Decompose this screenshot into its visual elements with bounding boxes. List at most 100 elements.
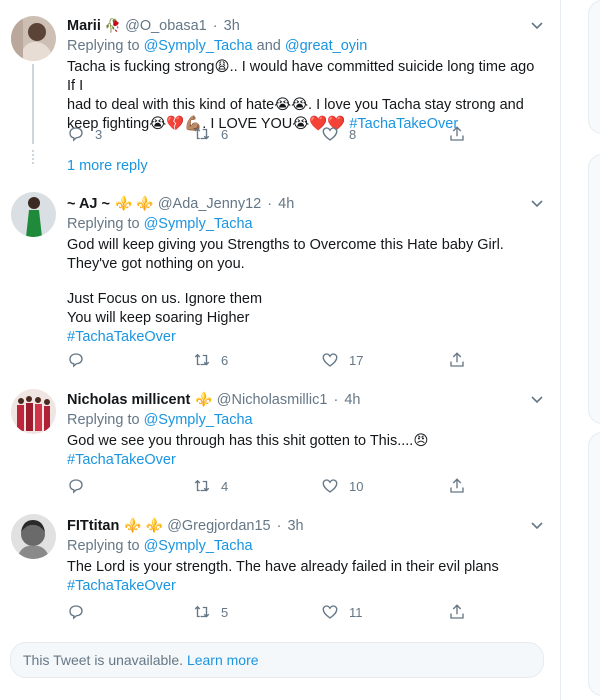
retweet-icon bbox=[194, 479, 210, 492]
replying-to-label: Replying to bbox=[67, 412, 140, 428]
conversation-timeline: Marii 🥀 @O_obasa1 · 3h Replying to @Symp… bbox=[0, 0, 561, 700]
heart-icon bbox=[322, 353, 338, 367]
learn-more-link[interactable]: Learn more bbox=[187, 652, 259, 668]
user-handle[interactable]: @O_obasa1 bbox=[125, 18, 207, 34]
display-name[interactable]: FITtitan bbox=[67, 518, 119, 534]
hashtag-link[interactable]: #TachaTakeOver bbox=[67, 328, 546, 347]
like-button[interactable]: 10 bbox=[321, 476, 363, 496]
separator-dot: · bbox=[212, 18, 218, 34]
share-button[interactable] bbox=[448, 476, 466, 496]
tweet-actions: 3 6 8 bbox=[67, 124, 487, 144]
retweet-count: 6 bbox=[221, 352, 229, 368]
share-button[interactable] bbox=[448, 350, 466, 370]
retweet-icon bbox=[194, 353, 210, 366]
tweet[interactable]: ~ AJ ~ ⚜️ ⚜️ @Ada_Jenny12 · 4h Replying … bbox=[0, 184, 560, 381]
reply-button[interactable] bbox=[67, 602, 85, 622]
hashtag-link[interactable]: #TachaTakeOver bbox=[67, 577, 546, 596]
mention-link[interactable]: @Symply_Tacha bbox=[144, 412, 253, 428]
avatar[interactable] bbox=[11, 192, 56, 237]
like-count: 17 bbox=[349, 352, 364, 368]
tweet[interactable]: Nicholas millicent ⚜️ @Nicholasmillic1 ·… bbox=[0, 380, 560, 505]
tweet-time[interactable]: 3h bbox=[287, 518, 303, 534]
share-icon bbox=[450, 126, 464, 141]
mention-link[interactable]: @Symply_Tacha bbox=[144, 538, 253, 554]
fleur-de-lis-badge: ⚜️ ⚜️ bbox=[115, 195, 154, 211]
sidebar-card bbox=[588, 432, 600, 696]
avatar[interactable] bbox=[11, 514, 56, 559]
heart-icon bbox=[322, 127, 338, 141]
like-button[interactable]: 8 bbox=[321, 124, 356, 144]
separator-dot: · bbox=[276, 518, 282, 534]
tweet-time[interactable]: 4h bbox=[278, 196, 294, 212]
tweet-time[interactable]: 3h bbox=[224, 18, 240, 34]
tweet-time[interactable]: 4h bbox=[344, 392, 360, 408]
user-handle[interactable]: @Gregjordan15 bbox=[167, 518, 270, 534]
chevron-down-icon[interactable] bbox=[530, 18, 544, 32]
reply-icon bbox=[69, 127, 83, 142]
display-name[interactable]: Nicholas millicent bbox=[67, 392, 190, 408]
right-sidebar bbox=[562, 0, 600, 700]
replying-to-label: Replying to bbox=[67, 216, 140, 232]
tweet-text-line: had to deal with this kind of hate😭😭. I … bbox=[67, 97, 524, 113]
tweet-text-line: Just Focus on us. Ignore them bbox=[67, 291, 263, 307]
mention-link[interactable]: @Symply_Tacha bbox=[144, 216, 253, 232]
share-icon bbox=[450, 604, 464, 619]
mention-link[interactable]: @Symply_Tacha bbox=[144, 38, 253, 54]
tweet-text-line: Tacha is fucking strong😩.. I would have … bbox=[67, 59, 535, 94]
fleur-de-lis-badge: ⚜️ ⚜️ bbox=[124, 517, 164, 533]
retweet-button[interactable]: 6 bbox=[193, 350, 228, 370]
user-handle[interactable]: @Ada_Jenny12 bbox=[158, 196, 261, 212]
avatar[interactable] bbox=[11, 16, 56, 61]
heart-icon bbox=[322, 479, 338, 493]
show-more-replies-link[interactable]: 1 more reply bbox=[67, 158, 148, 174]
reply-button[interactable] bbox=[67, 350, 85, 370]
reply-button[interactable]: 3 bbox=[67, 124, 102, 144]
chevron-down-icon[interactable] bbox=[530, 196, 544, 210]
retweet-icon bbox=[194, 605, 210, 618]
replying-to-label: Replying to bbox=[67, 38, 140, 54]
share-button[interactable] bbox=[448, 124, 466, 144]
reply-icon bbox=[69, 605, 83, 620]
reply-button[interactable] bbox=[67, 476, 85, 496]
retweet-button[interactable]: 5 bbox=[193, 602, 228, 622]
tweet-text-line: God will keep giving you Strengths to Ov… bbox=[67, 237, 504, 253]
user-handle[interactable]: @Nicholasmillic1 bbox=[217, 392, 328, 408]
share-icon bbox=[450, 478, 464, 493]
thread-dots bbox=[32, 150, 34, 166]
display-name[interactable]: Marii bbox=[67, 18, 101, 34]
like-button[interactable]: 11 bbox=[321, 602, 363, 622]
like-count: 11 bbox=[349, 604, 363, 620]
tweet-actions: 5 11 bbox=[67, 602, 487, 622]
tweet[interactable]: Marii 🥀 @O_obasa1 · 3h Replying to @Symp… bbox=[0, 0, 560, 185]
sidebar-card bbox=[588, 154, 600, 424]
retweet-count: 4 bbox=[221, 478, 229, 494]
like-count: 8 bbox=[349, 126, 357, 142]
fleur-de-lis-badge: ⚜️ bbox=[195, 391, 213, 407]
reply-count: 3 bbox=[95, 126, 103, 142]
replying-to-label: Replying to bbox=[67, 538, 140, 554]
unavailable-text: This Tweet is unavailable. bbox=[23, 652, 184, 668]
tweet-text: God we see you through has this shit got… bbox=[67, 432, 546, 470]
chevron-down-icon[interactable] bbox=[530, 392, 544, 406]
tweet-text-line bbox=[67, 274, 546, 290]
retweet-button[interactable]: 4 bbox=[193, 476, 228, 496]
tweet-text-line: They've got nothing on you. bbox=[67, 256, 245, 272]
chevron-down-icon[interactable] bbox=[530, 518, 544, 532]
separator-dot: · bbox=[267, 196, 273, 212]
retweet-button[interactable]: 6 bbox=[193, 124, 228, 144]
display-name[interactable]: ~ AJ ~ bbox=[67, 196, 110, 212]
like-button[interactable]: 17 bbox=[321, 350, 363, 370]
tweet[interactable]: FITtitan ⚜️ ⚜️ @Gregjordan15 · 3h Replyi… bbox=[0, 504, 560, 634]
retweet-count: 6 bbox=[221, 126, 229, 142]
tweet-unavailable-notice: This Tweet is unavailable. Learn more bbox=[10, 642, 544, 678]
reply-icon bbox=[69, 353, 83, 368]
hashtag-link[interactable]: #TachaTakeOver bbox=[67, 451, 546, 470]
tweet-text: Tacha is fucking strong😩.. I would have … bbox=[67, 58, 546, 134]
tweet-text-line: The Lord is your strength. The have alre… bbox=[67, 559, 499, 575]
share-button[interactable] bbox=[448, 602, 466, 622]
separator-dot: · bbox=[333, 392, 339, 408]
avatar[interactable] bbox=[11, 389, 56, 434]
replying-joiner: and bbox=[256, 38, 281, 54]
tweet-actions: 4 10 bbox=[67, 476, 487, 496]
mention-link[interactable]: @great_oyin bbox=[285, 38, 367, 54]
